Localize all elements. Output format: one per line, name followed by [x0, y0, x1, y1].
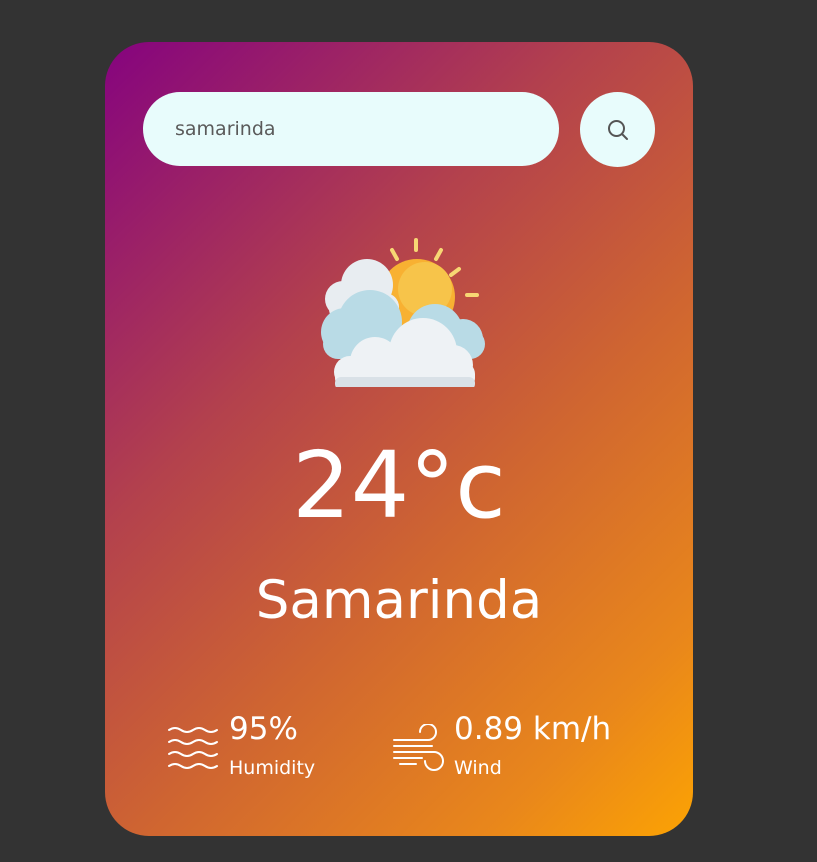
temperature: 24°c: [292, 432, 506, 539]
humidity-label: Humidity: [229, 757, 316, 779]
weather-card: 24°c Samarinda 95% Humidity: [105, 42, 693, 836]
wind-label: Wind: [454, 757, 502, 779]
search-icon: [607, 119, 628, 140]
wind-detail: 0.89 km/h Wind: [392, 712, 611, 778]
humidity-value: 95%: [229, 711, 298, 747]
humidity-detail: 95% Humidity: [167, 712, 315, 778]
partly-cloudy-icon: [321, 238, 485, 387]
wind-value: 0.89 km/h: [454, 711, 612, 747]
humidity-waves-icon: [168, 727, 218, 769]
search-button[interactable]: [580, 92, 655, 167]
search-field[interactable]: [143, 92, 559, 166]
search-input[interactable]: [175, 118, 559, 140]
wind-icon: [393, 724, 444, 771]
city-name: Samarinda: [255, 570, 543, 631]
